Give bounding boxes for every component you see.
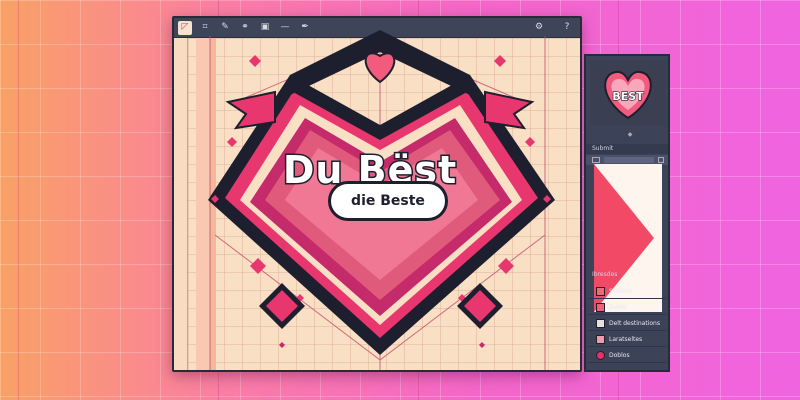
layer-label: Doble	[609, 303, 627, 311]
layer-item[interactable]: Laratseltes	[588, 332, 666, 347]
layer-item[interactable]: Doblos	[588, 348, 666, 363]
layer-swatch-icon	[596, 334, 605, 344]
delete-icon[interactable]	[658, 157, 664, 163]
layer-label: Sisldion	[609, 287, 633, 295]
layer-swatch-icon	[596, 318, 605, 328]
subtitle-badge[interactable]: die Beste	[328, 181, 448, 221]
layer-label: Doblos	[609, 351, 630, 359]
thumb-caret[interactable]: ◆	[586, 130, 668, 140]
thumbnail-title: BEST	[612, 90, 644, 103]
folder-icon[interactable]	[592, 157, 600, 163]
layer-swatch-icon	[596, 286, 605, 296]
layer-item[interactable]: Sisldion	[588, 284, 666, 299]
layer-name-field[interactable]	[604, 157, 654, 163]
layer-label: Laratseltes	[609, 335, 643, 343]
search-label: Submit	[592, 145, 614, 152]
section-label: Ibresdes	[592, 271, 618, 278]
layer-item[interactable]: Doble	[588, 300, 666, 315]
layer-swatch-icon	[596, 350, 605, 360]
search-row[interactable]: Submit	[586, 144, 668, 154]
thumbnail-preview[interactable]: BEST	[590, 60, 666, 126]
layer-item[interactable]: Delt destinations	[588, 316, 666, 331]
layer-label: Delt destinations	[609, 319, 660, 327]
layer-swatch-icon	[596, 302, 605, 312]
layers-panel: BEST ◆ Submit Ibresdes Sisldion Doble De…	[584, 54, 670, 372]
thumbnail-heart-icon: BEST	[604, 70, 652, 120]
canvas-subtitle-text: die Beste	[351, 193, 425, 209]
